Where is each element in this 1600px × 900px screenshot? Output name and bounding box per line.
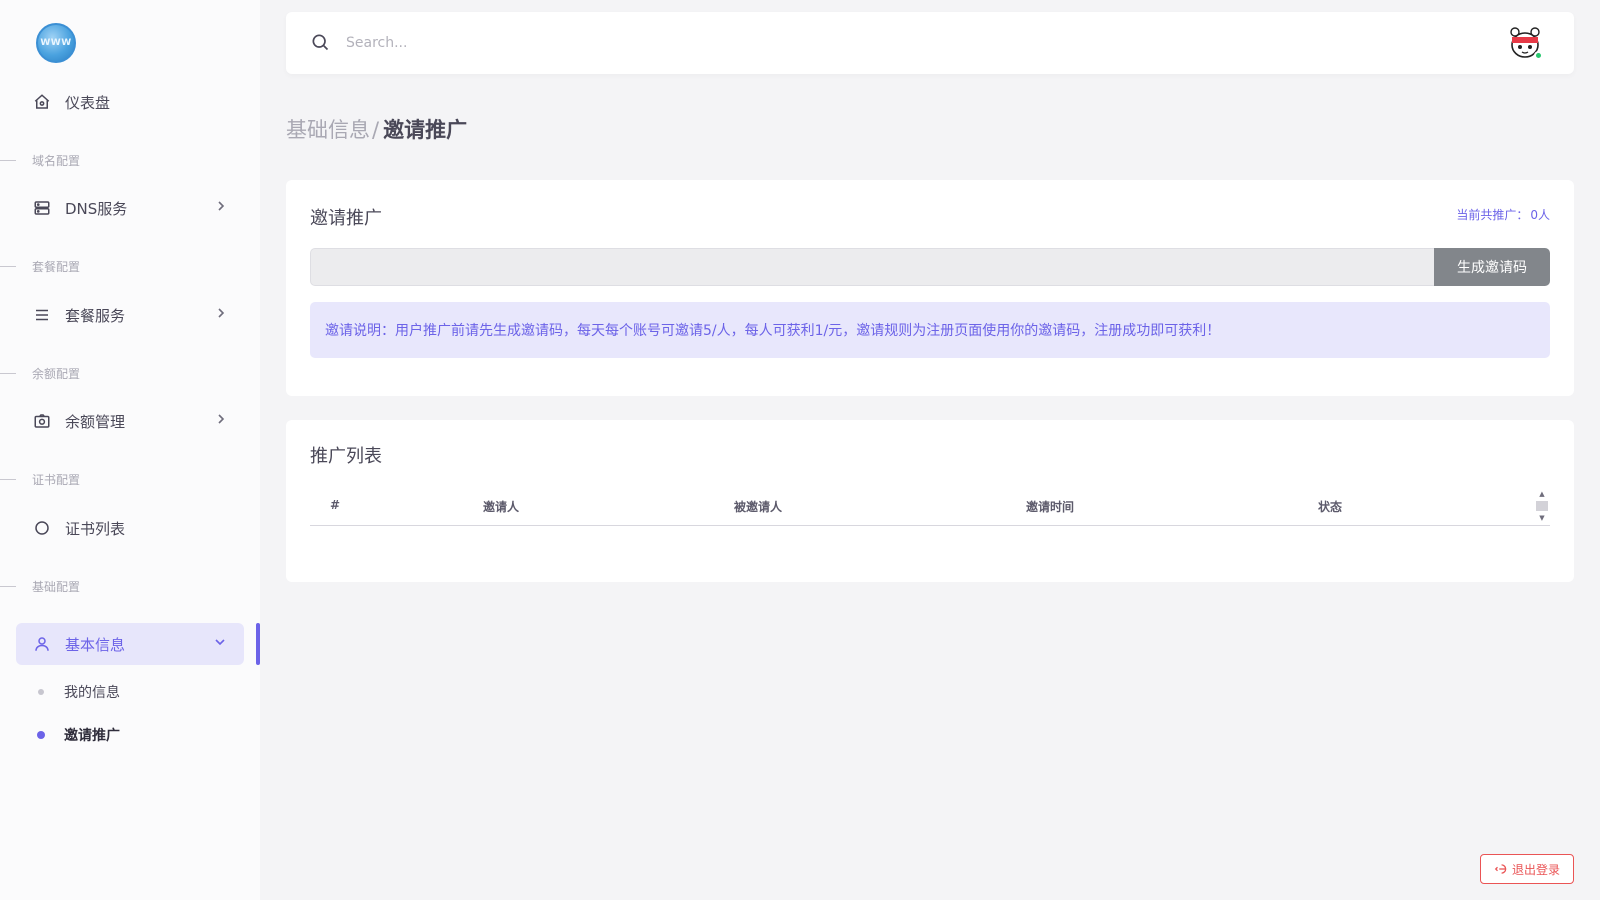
section-label: 证书配置 (32, 472, 81, 487)
card-title: 邀请推广 (310, 208, 382, 229)
column-header-invite-time[interactable]: 邀请时间 (1026, 498, 1074, 515)
section-basic: 基础配置 (0, 578, 200, 594)
divider (0, 265, 16, 267)
section-plan: 套餐配置 (0, 258, 200, 274)
scrollbar-thumb[interactable] (1536, 501, 1548, 511)
server-icon (32, 198, 52, 218)
sidebar-item-dns[interactable]: DNS服务 (16, 187, 244, 229)
search-input[interactable] (346, 30, 646, 56)
column-header-inviter[interactable]: 邀请人 (483, 498, 519, 515)
site-logo[interactable]: WWW (36, 23, 76, 63)
chevron-down-icon (214, 636, 226, 650)
avatar[interactable] (1508, 26, 1543, 60)
sidebar-item-balance[interactable]: 余额管理 (16, 400, 244, 442)
section-label: 套餐配置 (32, 259, 81, 274)
sidebar-item-basic-info[interactable]: 基本信息 (16, 623, 244, 665)
online-status-dot (1534, 51, 1543, 60)
table-header: # 邀请人 被邀请人 邀请时间 状态 ▲ ▼ (310, 486, 1550, 526)
camera-icon (32, 411, 52, 431)
promotion-table: # 邀请人 被邀请人 邀请时间 状态 ▲ ▼ (310, 486, 1550, 526)
section-label: 基础配置 (32, 579, 81, 594)
logo-text: WWW (40, 38, 72, 48)
chevron-right-icon (216, 307, 226, 322)
invite-code-field[interactable] (310, 248, 1436, 286)
divider (0, 478, 16, 480)
invite-card: 邀请推广 当前共推广： 0人 生成邀请码 邀请说明：用户推广前请先生成邀请码，每天… (286, 180, 1574, 396)
chevron-right-icon (216, 200, 226, 215)
sidebar-item-dashboard[interactable]: 仪表盘 (16, 81, 244, 123)
divider (0, 159, 16, 161)
sidebar-item-plan[interactable]: 套餐服务 (16, 294, 244, 336)
sidebar-item-label: 基本信息 (65, 635, 126, 654)
bullet-icon (37, 731, 45, 739)
sidebar-item-label: 证书列表 (65, 519, 126, 538)
section-domain: 域名配置 (0, 152, 200, 168)
logout-label: 退出登录 (1511, 862, 1560, 877)
sidebar-item-cert[interactable]: 证书列表 (16, 507, 244, 549)
divider (0, 372, 16, 374)
circle-icon (32, 518, 52, 538)
invite-count-value: 0人 (1530, 208, 1550, 222)
column-header-status[interactable]: 状态 (1318, 498, 1342, 515)
search-icon[interactable] (310, 32, 330, 52)
invite-count: 当前共推广： 0人 (1454, 206, 1550, 223)
sidebar-item-label: 套餐服务 (65, 306, 126, 325)
chevron-right-icon (216, 413, 226, 428)
menu-icon (32, 305, 52, 325)
sidebar-item-label: 仪表盘 (65, 93, 111, 112)
sidebar-item-label: 余额管理 (65, 412, 126, 431)
scroll-down-icon[interactable]: ▼ (1539, 514, 1544, 522)
sidebar-subitem-invite[interactable]: 邀请推广 (16, 720, 244, 750)
sidebar: WWW 仪表盘 域名配置 DNS服务 套餐配置 套餐服务 余额配置 余额管理 证… (0, 0, 260, 900)
card-title: 推广列表 (310, 446, 382, 467)
logout-button[interactable]: 退出登录 (1480, 854, 1574, 884)
section-cert: 证书配置 (0, 471, 200, 487)
invite-notice: 邀请说明：用户推广前请先生成邀请码，每天每个账号可邀请5/人，每人可获利1/元，… (310, 302, 1550, 358)
generate-invite-code-button[interactable]: 生成邀请码 (1434, 248, 1550, 286)
table-scrollbar[interactable]: ▲ ▼ (1536, 490, 1548, 522)
sidebar-subitem-label: 我的信息 (64, 685, 120, 701)
scroll-up-icon[interactable]: ▲ (1539, 490, 1544, 498)
logout-icon (1494, 862, 1508, 876)
sidebar-subitem-my-info[interactable]: 我的信息 (16, 677, 244, 707)
active-indicator (256, 623, 260, 665)
section-balance: 余额配置 (0, 365, 200, 381)
sidebar-item-label: DNS服务 (65, 199, 128, 218)
section-label: 域名配置 (32, 153, 81, 168)
page-title: 邀请推广 (383, 118, 468, 142)
bullet-icon (38, 689, 44, 695)
home-icon (32, 92, 52, 112)
divider (0, 585, 16, 587)
breadcrumb-separator: / (372, 118, 380, 142)
breadcrumb-parent[interactable]: 基础信息 (286, 114, 370, 144)
invite-count-label: 当前共推广： (1456, 208, 1529, 222)
column-header-invitee[interactable]: 被邀请人 (734, 498, 782, 515)
section-label: 余额配置 (32, 366, 81, 381)
breadcrumb: 基础信息 / 邀请推广 (286, 114, 467, 144)
sidebar-subitem-label: 邀请推广 (64, 728, 120, 744)
column-header-index[interactable]: # (330, 498, 340, 512)
user-icon (32, 634, 52, 654)
promotion-list-card: 推广列表 # 邀请人 被邀请人 邀请时间 状态 ▲ ▼ (286, 420, 1574, 582)
top-bar (286, 12, 1574, 74)
